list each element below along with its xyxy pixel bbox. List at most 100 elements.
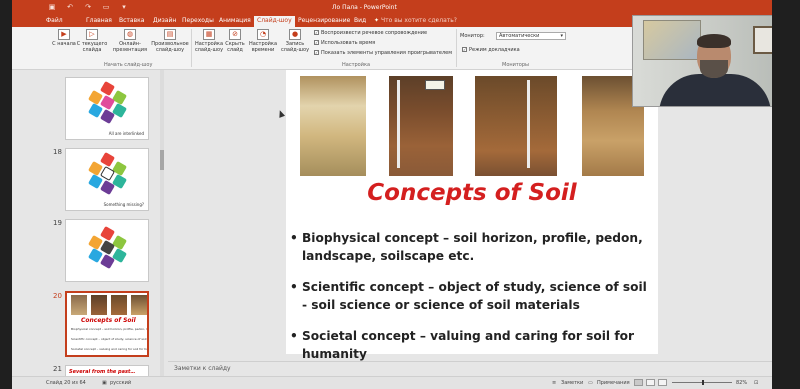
- monitor-label: Монитор:: [460, 33, 485, 39]
- comments-icon: ▭: [588, 380, 593, 386]
- group-label-monitors: Мониторы: [502, 62, 529, 68]
- hexagon-graphic: [87, 151, 128, 196]
- present-icon[interactable]: ▭: [102, 3, 110, 11]
- redo-icon[interactable]: ↷: [84, 3, 92, 11]
- notes-icon: ≡: [552, 380, 557, 386]
- slide-thumbnail-17[interactable]: All are interlinked: [65, 77, 149, 140]
- notes-pane[interactable]: Заметки к слайду: [168, 361, 772, 376]
- slide-counter: Слайд 20 из 64: [46, 380, 86, 386]
- use-timings-checkbox[interactable]: ✓ Использовать время: [314, 40, 375, 46]
- proofing-icon[interactable]: ▣: [102, 380, 107, 386]
- check-icon: ✓: [314, 40, 319, 45]
- play-from-start-icon: ▶: [58, 29, 70, 40]
- globe-icon: ◍: [124, 29, 136, 40]
- customize-qat-icon[interactable]: ▾: [120, 3, 128, 11]
- presenter-view-checkbox[interactable]: ✓ Режим докладчика: [462, 47, 520, 53]
- notes-toggle-button[interactable]: Заметки: [561, 380, 583, 386]
- measuring-tape: [527, 80, 530, 168]
- slide-thumbnail-19[interactable]: [65, 219, 149, 282]
- quick-access-toolbar: ▣ ↶ ↷ ▭ ▾: [48, 3, 128, 11]
- group-separator: [456, 29, 457, 67]
- tab-animations[interactable]: Анимация: [219, 17, 251, 24]
- status-bar: Слайд 20 из 64 ▣ русский ≡ Заметки ▭ При…: [12, 376, 772, 389]
- thumbnail-caption: Something missing?: [103, 202, 144, 207]
- tab-review[interactable]: Рецензирование: [298, 17, 350, 24]
- tab-slideshow[interactable]: Слайд-шоу: [254, 16, 295, 27]
- save-icon[interactable]: ▣: [48, 3, 56, 11]
- slide-thumbnail-18[interactable]: Something missing?: [65, 148, 149, 211]
- powerpoint-window: ▣ ↶ ↷ ▭ ▾ Ло Пала - PowerPoint Файл Глав…: [12, 0, 772, 389]
- zoom-level[interactable]: 82%: [736, 380, 747, 386]
- slide-number: 19: [53, 219, 62, 227]
- timer-icon: ◔: [257, 29, 269, 40]
- tell-me-text: Что вы хотите сделать?: [381, 17, 457, 24]
- slide-thumbnail-20[interactable]: Concepts of Soil Biophysical concept – s…: [65, 291, 149, 357]
- title-bar: ▣ ↶ ↷ ▭ ▾ Ло Пала - PowerPoint: [12, 0, 772, 15]
- slide-bullet-list[interactable]: Biophysical concept – soil horizon, prof…: [289, 229, 655, 361]
- from-beginning-button[interactable]: ▶ С начала: [52, 29, 76, 47]
- custom-show-icon: ▤: [164, 29, 176, 40]
- tab-design[interactable]: Дизайн: [153, 17, 176, 24]
- tab-view[interactable]: Вид: [354, 17, 366, 24]
- media-controls-checkbox[interactable]: ✓ Показать элементы управления проигрыват…: [314, 50, 452, 56]
- record-slideshow-button[interactable]: ● Запись слайд-шоу: [280, 29, 310, 53]
- present-online-button[interactable]: ◍ Онлайн-презентация: [110, 29, 150, 53]
- scrollbar-thumb[interactable]: [160, 150, 164, 170]
- from-current-button[interactable]: ▷ С текущего слайда: [76, 29, 108, 53]
- bullet-item: Societal concept – valuing and caring fo…: [289, 327, 655, 361]
- slide-sorter-button[interactable]: [646, 379, 655, 386]
- language-indicator[interactable]: русский: [110, 380, 131, 386]
- soil-photo: [111, 295, 127, 315]
- wall-picture-frame: [753, 26, 772, 54]
- check-icon: ✓: [462, 47, 467, 52]
- tab-home[interactable]: Главная: [86, 17, 112, 24]
- thumbnail-title: Several from the past…: [69, 369, 136, 375]
- hexagon-graphic: [87, 225, 128, 270]
- thumbnail-title: Concepts of Soil: [81, 317, 136, 324]
- setup-slideshow-button[interactable]: ▦ Настройка слайд-шоу: [194, 29, 224, 53]
- tell-me-box[interactable]: ✦ Что вы хотите сделать?: [374, 17, 457, 24]
- tab-insert[interactable]: Вставка: [119, 17, 144, 24]
- slide-thumbnail-21[interactable]: Several from the past…: [65, 365, 149, 376]
- slide-number: 20: [53, 292, 62, 300]
- soil-photo: [71, 295, 87, 315]
- thumbnail-caption: All are interlinked: [108, 131, 144, 136]
- thumbnail-scrollbar[interactable]: [160, 70, 164, 376]
- monitor-select[interactable]: Автоматически ▾: [496, 32, 566, 40]
- profile-sign: [425, 80, 445, 90]
- slide-number: 21: [53, 365, 62, 373]
- measuring-tape: [397, 80, 400, 168]
- group-label-setup: Настройка: [342, 62, 371, 68]
- undo-icon[interactable]: ↶: [66, 3, 74, 11]
- thumbnail-text: Scientific concept – object of study, sc…: [71, 337, 149, 341]
- soil-profile-photo-1: [300, 76, 366, 176]
- record-icon: ●: [289, 29, 301, 40]
- play-current-icon: ▷: [86, 29, 98, 40]
- zoom-slider[interactable]: [672, 380, 732, 385]
- bullet-item: Biophysical concept – soil horizon, prof…: [289, 229, 655, 265]
- tab-file[interactable]: Файл: [46, 17, 63, 24]
- bullet-item: Scientific concept – object of study, sc…: [289, 278, 655, 314]
- slide-title[interactable]: Concepts of Soil: [286, 180, 658, 206]
- lightbulb-icon: ✦: [374, 17, 380, 24]
- slide-number: 18: [53, 148, 62, 156]
- thumbnail-text: Societal concept – valuing and caring fo…: [71, 347, 149, 351]
- check-icon: ✓: [314, 30, 319, 35]
- normal-view-button[interactable]: [634, 379, 643, 386]
- slide-editing-area: Concepts of Soil Biophysical concept – s…: [168, 70, 772, 361]
- wall-map: [643, 20, 701, 60]
- fit-slide-icon[interactable]: ⊡: [754, 380, 758, 386]
- hide-slide-icon: ⊘: [229, 29, 241, 40]
- zoom-slider-knob[interactable]: [702, 380, 704, 385]
- reading-view-button[interactable]: [658, 379, 667, 386]
- rehearse-timings-button[interactable]: ◔ Настройка времени: [248, 29, 278, 53]
- custom-show-button[interactable]: ▤ Произвольное слайд-шоу: [150, 29, 190, 53]
- window-title: Ло Пала - PowerPoint: [332, 4, 397, 11]
- soil-photo: [91, 295, 107, 315]
- hide-slide-button[interactable]: ⊘ Скрыть слайд: [224, 29, 246, 53]
- tab-transitions[interactable]: Переходы: [182, 17, 214, 24]
- narration-checkbox[interactable]: ✓ Воспроизвести речевое сопровождение: [314, 30, 427, 36]
- chevron-down-icon: ▾: [560, 33, 563, 39]
- current-slide[interactable]: Concepts of Soil Biophysical concept – s…: [286, 70, 658, 361]
- comments-toggle-button[interactable]: Примечания: [597, 380, 630, 386]
